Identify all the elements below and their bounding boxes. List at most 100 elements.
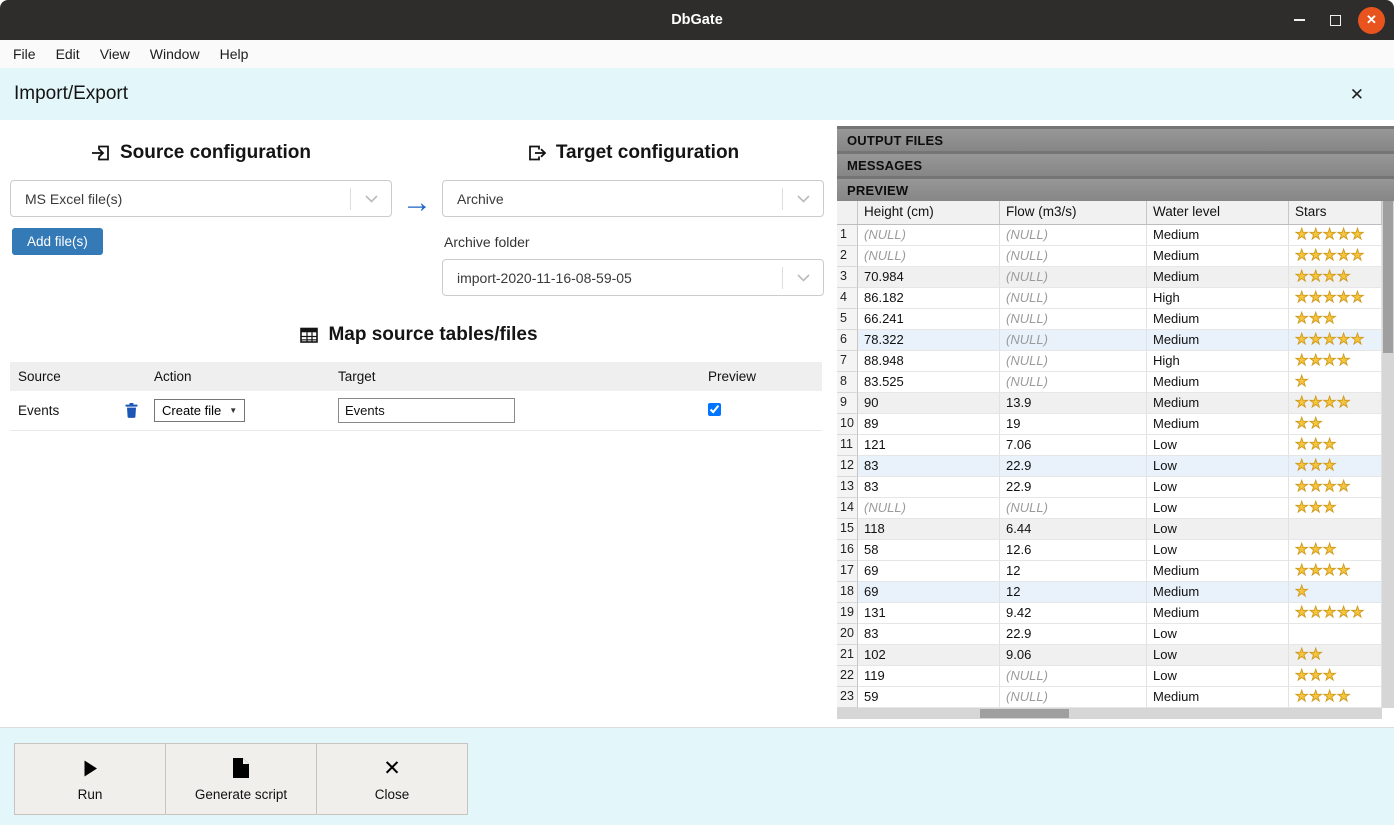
cell-water-level[interactable]: Low bbox=[1147, 624, 1289, 645]
cell-stars[interactable]: ★★★★★ bbox=[1289, 225, 1382, 246]
row-number-cell[interactable]: 4 bbox=[837, 288, 858, 309]
table-row[interactable]: 211029.06Low★★ bbox=[837, 645, 1394, 666]
vertical-scrollbar[interactable] bbox=[1382, 201, 1394, 708]
cell-water-level[interactable]: Low bbox=[1147, 540, 1289, 561]
column-header-flow[interactable]: Flow (m3/s) bbox=[1000, 201, 1147, 224]
row-number-cell[interactable]: 15 bbox=[837, 519, 858, 540]
chevron-down-icon[interactable] bbox=[783, 274, 823, 282]
cell-height[interactable]: 83 bbox=[858, 456, 1000, 477]
cell-flow[interactable]: 6.44 bbox=[1000, 519, 1147, 540]
row-number-cell[interactable]: 22 bbox=[837, 666, 858, 687]
cell-stars[interactable]: ★★★ bbox=[1289, 540, 1382, 561]
column-header-water-level[interactable]: Water level bbox=[1147, 201, 1289, 224]
cell-stars[interactable]: ★★★★ bbox=[1289, 351, 1382, 372]
row-number-cell[interactable]: 7 bbox=[837, 351, 858, 372]
cell-stars[interactable]: ★★★ bbox=[1289, 666, 1382, 687]
cell-flow[interactable]: (NULL) bbox=[1000, 309, 1147, 330]
cell-height[interactable]: 83 bbox=[858, 624, 1000, 645]
cell-stars[interactable]: ★★★★ bbox=[1289, 393, 1382, 414]
cell-stars[interactable]: ★★★★★ bbox=[1289, 246, 1382, 267]
row-number-cell[interactable]: 2 bbox=[837, 246, 858, 267]
table-row[interactable]: 883.525(NULL)Medium★ bbox=[837, 372, 1394, 393]
table-row[interactable]: 788.948(NULL)High★★★★ bbox=[837, 351, 1394, 372]
table-row[interactable]: 151186.44Low bbox=[837, 519, 1394, 540]
table-row[interactable]: 14(NULL)(NULL)Low★★★ bbox=[837, 498, 1394, 519]
table-row[interactable]: 191319.42Medium★★★★★ bbox=[837, 603, 1394, 624]
row-number-cell[interactable]: 3 bbox=[837, 267, 858, 288]
cell-stars[interactable]: ★★★ bbox=[1289, 456, 1382, 477]
cell-height[interactable]: 59 bbox=[858, 687, 1000, 708]
cell-height[interactable]: 66.241 bbox=[858, 309, 1000, 330]
row-number-cell[interactable]: 8 bbox=[837, 372, 858, 393]
menu-edit[interactable]: Edit bbox=[46, 43, 90, 65]
cell-height[interactable]: 119 bbox=[858, 666, 1000, 687]
cell-flow[interactable]: 22.9 bbox=[1000, 624, 1147, 645]
cell-flow[interactable]: (NULL) bbox=[1000, 372, 1147, 393]
cell-flow[interactable]: (NULL) bbox=[1000, 267, 1147, 288]
cell-stars[interactable]: ★★ bbox=[1289, 414, 1382, 435]
cell-stars[interactable]: ★★★ bbox=[1289, 498, 1382, 519]
preview-checkbox[interactable] bbox=[708, 403, 721, 416]
cell-water-level[interactable]: Low bbox=[1147, 477, 1289, 498]
cell-water-level[interactable]: Medium bbox=[1147, 225, 1289, 246]
row-number-cell[interactable]: 12 bbox=[837, 456, 858, 477]
cell-height[interactable]: 83.525 bbox=[858, 372, 1000, 393]
cell-water-level[interactable]: Medium bbox=[1147, 582, 1289, 603]
table-row[interactable]: 99013.9Medium★★★★ bbox=[837, 393, 1394, 414]
cell-stars[interactable]: ★★★★ bbox=[1289, 687, 1382, 708]
cell-water-level[interactable]: Low bbox=[1147, 456, 1289, 477]
row-number-cell[interactable]: 5 bbox=[837, 309, 858, 330]
cell-water-level[interactable]: Low bbox=[1147, 645, 1289, 666]
cell-height[interactable]: 69 bbox=[858, 561, 1000, 582]
table-row[interactable]: 165812.6Low★★★ bbox=[837, 540, 1394, 561]
table-row[interactable]: 486.182(NULL)High★★★★★ bbox=[837, 288, 1394, 309]
menu-view[interactable]: View bbox=[90, 43, 140, 65]
cell-height[interactable]: 89 bbox=[858, 414, 1000, 435]
cell-flow[interactable]: (NULL) bbox=[1000, 498, 1147, 519]
cell-height[interactable]: (NULL) bbox=[858, 225, 1000, 246]
cell-flow[interactable]: (NULL) bbox=[1000, 330, 1147, 351]
cell-height[interactable]: 78.322 bbox=[858, 330, 1000, 351]
table-row[interactable]: 111217.06Low★★★ bbox=[837, 435, 1394, 456]
cell-flow[interactable]: 22.9 bbox=[1000, 456, 1147, 477]
target-name-input[interactable] bbox=[338, 398, 515, 423]
cell-flow[interactable]: 12 bbox=[1000, 561, 1147, 582]
cell-stars[interactable] bbox=[1289, 624, 1382, 645]
close-tab-icon[interactable]: ✕ bbox=[1350, 86, 1364, 103]
menu-file[interactable]: File bbox=[3, 43, 46, 65]
source-type-select[interactable]: MS Excel file(s) bbox=[10, 180, 392, 217]
row-number-cell[interactable]: 13 bbox=[837, 477, 858, 498]
cell-height[interactable]: (NULL) bbox=[858, 246, 1000, 267]
chevron-down-icon[interactable] bbox=[351, 195, 391, 203]
cell-flow[interactable]: (NULL) bbox=[1000, 246, 1147, 267]
row-number-cell[interactable]: 11 bbox=[837, 435, 858, 456]
run-button[interactable]: Run bbox=[14, 743, 166, 815]
cell-water-level[interactable]: Medium bbox=[1147, 603, 1289, 624]
cell-water-level[interactable]: High bbox=[1147, 351, 1289, 372]
table-row[interactable]: 208322.9Low bbox=[837, 624, 1394, 645]
cell-flow[interactable]: (NULL) bbox=[1000, 687, 1147, 708]
cell-height[interactable]: 102 bbox=[858, 645, 1000, 666]
table-row[interactable]: 186912Medium★ bbox=[837, 582, 1394, 603]
cell-stars[interactable]: ★★★★ bbox=[1289, 267, 1382, 288]
cell-height[interactable]: 70.984 bbox=[858, 267, 1000, 288]
cell-water-level[interactable]: Medium bbox=[1147, 393, 1289, 414]
row-number-cell[interactable]: 20 bbox=[837, 624, 858, 645]
row-number-cell[interactable]: 14 bbox=[837, 498, 858, 519]
cell-stars[interactable]: ★★★ bbox=[1289, 435, 1382, 456]
cell-water-level[interactable]: High bbox=[1147, 288, 1289, 309]
maximize-button[interactable] bbox=[1322, 7, 1349, 34]
cell-water-level[interactable]: Medium bbox=[1147, 414, 1289, 435]
table-row[interactable]: 678.322(NULL)Medium★★★★★ bbox=[837, 330, 1394, 351]
cell-height[interactable]: 86.182 bbox=[858, 288, 1000, 309]
row-number-cell[interactable]: 6 bbox=[837, 330, 858, 351]
cell-flow[interactable]: 9.42 bbox=[1000, 603, 1147, 624]
cell-flow[interactable]: 13.9 bbox=[1000, 393, 1147, 414]
cell-stars[interactable]: ★★★★★ bbox=[1289, 288, 1382, 309]
action-select[interactable]: Create file ▼ bbox=[154, 399, 245, 422]
cell-water-level[interactable]: Medium bbox=[1147, 561, 1289, 582]
table-row[interactable]: 1(NULL)(NULL)Medium★★★★★ bbox=[837, 225, 1394, 246]
cell-flow[interactable]: 12 bbox=[1000, 582, 1147, 603]
cell-height[interactable]: (NULL) bbox=[858, 498, 1000, 519]
menu-help[interactable]: Help bbox=[210, 43, 259, 65]
